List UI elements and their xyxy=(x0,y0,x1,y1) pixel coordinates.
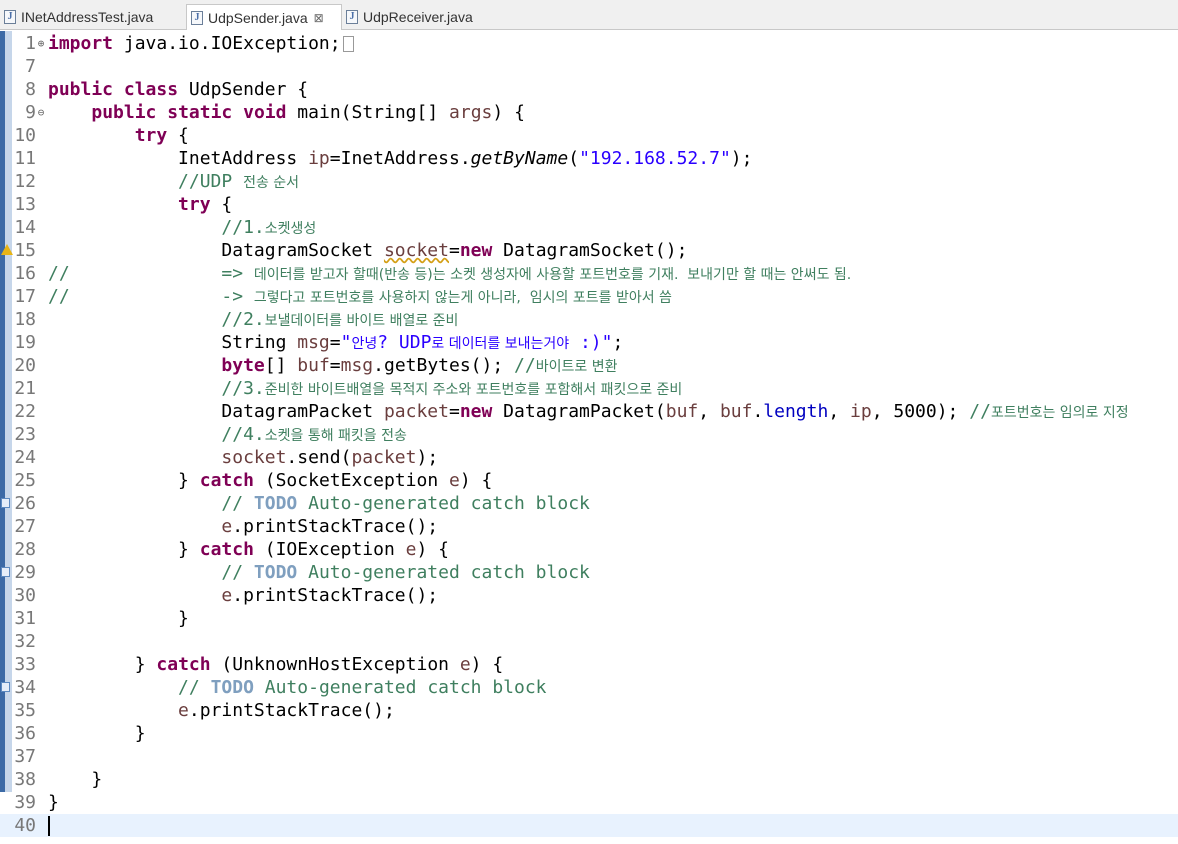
code-line[interactable]: try { xyxy=(0,124,1178,147)
gutter-row: 32 xyxy=(0,630,1178,653)
code-line[interactable]: DatagramSocket socket=new DatagramSocket… xyxy=(0,239,1178,262)
java-file-icon: J xyxy=(4,10,16,24)
code-line[interactable]: //4.소켓을 통해 패킷을 전송 xyxy=(0,423,1178,446)
code-line[interactable]: } catch (IOException e) { xyxy=(0,538,1178,561)
code-line[interactable]: InetAddress ip=InetAddress.getByName("19… xyxy=(0,147,1178,170)
code-line[interactable]: // -> 그렇다고 포트번호를 사용하지 않는게 아니라, 임시의 포트를 받… xyxy=(0,285,1178,308)
code-line[interactable]: // TODO Auto-generated catch block xyxy=(0,561,1178,584)
code-line[interactable]: e.printStackTrace(); xyxy=(0,515,1178,538)
code-line[interactable]: // TODO Auto-generated catch block xyxy=(0,492,1178,515)
line-number: 7 xyxy=(25,56,36,77)
code-line[interactable]: //UDP 전송 순서 xyxy=(0,170,1178,193)
tab-udpreceiver[interactable]: J UdpReceiver.java xyxy=(342,4,492,30)
code-line[interactable]: } xyxy=(0,607,1178,630)
code-line[interactable]: socket.send(packet); xyxy=(0,446,1178,469)
line-number: 32 xyxy=(14,631,36,652)
code-line[interactable]: //3.준비한 바이트배열을 목적지 주소와 포트번호를 포함해서 패킷으로 준… xyxy=(0,377,1178,400)
code-line[interactable]: String msg="안녕? UDP로 데이터를 보내는거야 :)"; xyxy=(0,331,1178,354)
code-line[interactable]: public static void main(String[] args) { xyxy=(0,101,1178,124)
tab-udpsender[interactable]: J UdpSender.java ⊠ xyxy=(186,4,342,30)
code-line[interactable] xyxy=(0,814,1178,837)
code-line[interactable]: // TODO Auto-generated catch block xyxy=(0,676,1178,699)
code-line[interactable]: e.printStackTrace(); xyxy=(0,584,1178,607)
collapsed-imports-icon[interactable] xyxy=(342,36,354,52)
code-line[interactable]: try { xyxy=(0,193,1178,216)
code-line[interactable]: // => 데이터를 받고자 할때(반송 등)는 소켓 생성자에 사용할 포트번… xyxy=(0,262,1178,285)
gutter-row: 7 xyxy=(0,55,1178,78)
tab-label: UdpReceiver.java xyxy=(363,9,473,25)
code-line[interactable]: public class UdpSender { xyxy=(0,78,1178,101)
close-tab-icon[interactable]: ⊠ xyxy=(314,11,324,25)
java-file-icon: J xyxy=(346,10,358,24)
code-line[interactable]: } xyxy=(0,722,1178,745)
code-line[interactable]: byte[] buf=msg.getBytes(); //바이트로 변환 xyxy=(0,354,1178,377)
code-line[interactable]: e.printStackTrace(); xyxy=(0,699,1178,722)
editor-tab-bar: J INetAddressTest.java J UdpSender.java … xyxy=(0,0,1178,30)
code-line[interactable]: } catch (UnknownHostException e) { xyxy=(0,653,1178,676)
java-file-icon: J xyxy=(191,10,203,25)
code-line[interactable]: } catch (SocketException e) { xyxy=(0,469,1178,492)
tab-inetaddresstest[interactable]: J INetAddressTest.java xyxy=(0,4,186,30)
code-line[interactable]: } xyxy=(0,791,1178,814)
tab-label: UdpSender.java xyxy=(208,9,308,26)
code-line[interactable]: } xyxy=(0,768,1178,791)
text-cursor xyxy=(48,816,50,836)
code-editor[interactable]: 1 ⊕ 7 8 9 ⊖ 10 11 12 13 14 15 16 17 18 19 20 21 22 23 24 25 26… xyxy=(0,31,1178,844)
line-number: 37 xyxy=(14,746,36,767)
code-line[interactable]: //2.보낼데이터를 바이트 배열로 준비 xyxy=(0,308,1178,331)
code-line[interactable]: DatagramPacket packet=new DatagramPacket… xyxy=(0,400,1178,423)
tab-label: INetAddressTest.java xyxy=(21,9,154,25)
code-line[interactable]: //1.소켓생성 xyxy=(0,216,1178,239)
code-line[interactable]: import java.io.IOException; xyxy=(0,32,1178,55)
gutter-row: 37 xyxy=(0,745,1178,768)
